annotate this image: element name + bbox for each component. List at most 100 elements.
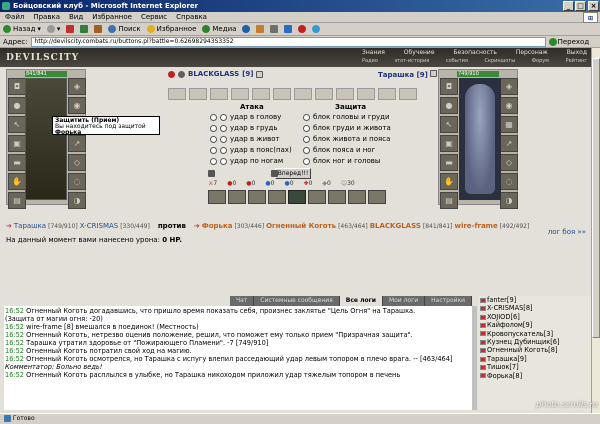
user-item[interactable]: Форька[8]: [480, 372, 591, 380]
attack-radio-2[interactable]: [220, 157, 227, 165]
enemy-name[interactable]: Огненный Коготь: [266, 222, 336, 230]
tactic-icon[interactable]: [228, 190, 246, 204]
r-gear-slot-2[interactable]: ◉: [500, 97, 518, 114]
user-item[interactable]: Кайфолом[9]: [480, 321, 591, 329]
spell-slot[interactable]: [294, 88, 312, 100]
spell-slot[interactable]: [210, 88, 228, 100]
menu-tools[interactable]: Сервис: [141, 12, 167, 22]
ally-name[interactable]: X-CRISMAS: [80, 222, 119, 230]
tactic-icon[interactable]: [268, 190, 286, 204]
attack-radio-2[interactable]: [220, 146, 227, 154]
forward-button[interactable]: ▾: [46, 25, 60, 33]
user-item[interactable]: Кузнец Дубинщик[6]: [480, 338, 591, 346]
shield-slot[interactable]: ↗: [68, 135, 86, 152]
gear-slot-1[interactable]: ◈: [68, 78, 86, 95]
defense-radio[interactable]: [303, 135, 310, 143]
close-button[interactable]: ×: [588, 1, 599, 11]
defense-radio[interactable]: [303, 146, 310, 154]
attack-row-chest[interactable]: удар в грудь: [210, 124, 278, 132]
refresh-button[interactable]: [80, 25, 89, 33]
tab-all-logs[interactable]: Все логи: [339, 296, 383, 306]
boots-slot[interactable]: ▤: [8, 192, 26, 209]
spell-slot[interactable]: [399, 88, 417, 100]
favorites-button[interactable]: Избранное: [146, 25, 196, 33]
attack-radio-2[interactable]: [220, 135, 227, 143]
r-gear-slot-7[interactable]: ◑: [500, 192, 518, 209]
user-item[interactable]: Огненный Коготь[8]: [480, 346, 591, 354]
history-button[interactable]: [242, 25, 251, 33]
mode-icon-right[interactable]: [271, 170, 278, 177]
nav-history[interactable]: этот-история: [394, 58, 429, 64]
spell-slot[interactable]: [252, 88, 270, 100]
address-input[interactable]: http://devilscity.combats.ru/buttons.pl?…: [30, 36, 546, 47]
gear-slot-7[interactable]: ◑: [68, 192, 86, 209]
gear-slot-2[interactable]: ◉: [68, 97, 86, 114]
nav-events[interactable]: события: [446, 58, 468, 64]
defense-row-3[interactable]: блок живота и пояса: [303, 135, 390, 143]
gear-slot-5[interactable]: ◇: [68, 154, 86, 171]
spell-slot[interactable]: [168, 88, 186, 100]
r-boots-slot[interactable]: ▤: [440, 192, 458, 209]
belt-slot[interactable]: ▬: [8, 154, 26, 171]
discuss-button[interactable]: [312, 25, 321, 33]
spell-slot[interactable]: [315, 88, 333, 100]
nav-forum[interactable]: Форум: [532, 58, 549, 64]
page-scrollbar[interactable]: [591, 48, 600, 413]
mail-button[interactable]: [256, 25, 265, 33]
attack-row-waist[interactable]: удар в пояс(пах): [210, 146, 292, 154]
user-item[interactable]: Кровопускатель[3]: [480, 330, 591, 338]
gear-slot-6[interactable]: ◌: [68, 173, 86, 190]
spell-slot[interactable]: [336, 88, 354, 100]
user-item[interactable]: Тишок[7]: [480, 363, 591, 371]
messenger-button[interactable]: [298, 25, 307, 33]
player2-name[interactable]: Тарашка [9]: [378, 70, 438, 79]
tactic-icon[interactable]: [208, 190, 226, 204]
defense-radio[interactable]: [303, 113, 310, 121]
weapon-slot[interactable]: ↖: [8, 116, 26, 133]
r-armor-slot[interactable]: ▣: [440, 135, 458, 152]
spell-slot[interactable]: [357, 88, 375, 100]
tactic-icon-selected[interactable]: [288, 190, 306, 204]
scrollbar-thumb[interactable]: [592, 58, 600, 338]
nav-character[interactable]: Персонаж: [516, 49, 548, 56]
info-icon-2[interactable]: [430, 70, 438, 77]
defense-row-5[interactable]: блок ног и головы: [303, 157, 380, 165]
defense-row-2[interactable]: блок груди и живота: [303, 124, 391, 132]
tactic-icon[interactable]: [328, 190, 346, 204]
menu-edit[interactable]: Правка: [33, 12, 60, 22]
enemy-name[interactable]: BLACKGLASS: [370, 222, 421, 230]
mode-icon-left[interactable]: [208, 170, 215, 177]
tactic-icon[interactable]: [248, 190, 266, 204]
attack-row-legs[interactable]: удар по ногам: [210, 157, 283, 165]
tactic-icon[interactable]: [348, 190, 366, 204]
edit-button[interactable]: [284, 25, 293, 33]
battle-log-link[interactable]: лог боя »»: [548, 228, 586, 236]
player1-name[interactable]: BLACKGLASS [9]: [168, 70, 264, 78]
armor-slot[interactable]: ▣: [8, 135, 26, 152]
r-gear-slot-1[interactable]: ◈: [500, 78, 518, 95]
maximize-button[interactable]: □: [575, 1, 586, 11]
r-belt-slot[interactable]: ▬: [440, 154, 458, 171]
enemy-name[interactable]: wire-frame: [454, 222, 497, 230]
spell-slot[interactable]: [189, 88, 207, 100]
user-item[interactable]: fanter[9]: [480, 296, 591, 304]
r-gear-slot-5[interactable]: ◇: [500, 154, 518, 171]
tab-chat[interactable]: Чат: [230, 296, 255, 306]
spell-slot[interactable]: [231, 88, 249, 100]
defense-radio[interactable]: [303, 124, 310, 132]
nav-knowledge[interactable]: Знания: [362, 49, 385, 56]
r-weapon-slot[interactable]: ↖: [440, 116, 458, 133]
user-item[interactable]: X-CRISMAS[8]: [480, 304, 591, 312]
menu-help[interactable]: Справка: [176, 12, 207, 22]
tactic-icon[interactable]: [368, 190, 386, 204]
gloves-slot[interactable]: ✋: [8, 173, 26, 190]
game-logo[interactable]: DEVILSCITY: [6, 53, 79, 63]
home-button[interactable]: [94, 25, 103, 33]
media-button[interactable]: Медиа: [202, 25, 236, 33]
attack-row-head[interactable]: удар в голову: [210, 113, 281, 121]
r-earring-slot[interactable]: ●: [440, 97, 458, 114]
nav-rating[interactable]: Рейтинг: [566, 58, 587, 64]
go-button[interactable]: Переход: [548, 37, 589, 46]
defense-radio[interactable]: [303, 157, 310, 165]
tab-settings[interactable]: Настройки: [425, 296, 473, 306]
